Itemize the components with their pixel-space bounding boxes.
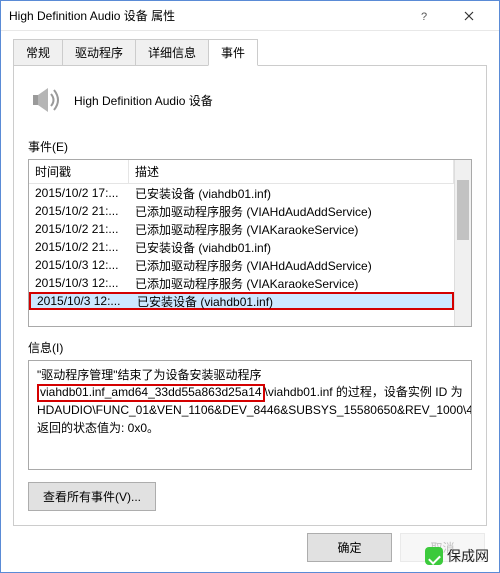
events-list-header: 时间戳 描述: [29, 160, 454, 184]
table-row[interactable]: 2015/10/2 21:...已添加驱动程序服务 (VIAKaraokeSer…: [29, 220, 454, 238]
table-row[interactable]: 2015/10/3 12:...已安装设备 (viahdb01.inf): [29, 292, 454, 310]
tab-body: High Definition Audio 设备 事件(E) 时间戳 描述 20…: [13, 66, 487, 526]
dialog-footer: 确定 取消: [307, 533, 485, 562]
cell-desc: 已添加驱动程序服务 (VIAKaraokeService): [129, 221, 454, 238]
svg-text:?: ?: [421, 11, 427, 21]
help-button[interactable]: ?: [401, 1, 446, 31]
info-box[interactable]: "驱动程序管理"结束了为设备安装驱动程序 viahdb01.inf_amd64_…: [28, 360, 472, 470]
cell-time: 2015/10/2 21:...: [29, 222, 129, 236]
scrollbar-thumb[interactable]: [457, 180, 469, 240]
device-header: High Definition Audio 设备: [28, 78, 472, 130]
cell-time: 2015/10/3 12:...: [31, 294, 131, 308]
window-controls: ?: [401, 1, 491, 31]
cell-desc: 已添加驱动程序服务 (VIAHdAudAddService): [129, 257, 454, 274]
window-title: High Definition Audio 设备 属性: [9, 7, 175, 24]
events-rows: 2015/10/2 17:...已安装设备 (viahdb01.inf)2015…: [29, 184, 454, 310]
cell-desc: 已添加驱动程序服务 (VIAKaraokeService): [129, 275, 454, 292]
tab-driver[interactable]: 驱动程序: [62, 39, 136, 66]
table-row[interactable]: 2015/10/2 21:...已安装设备 (viahdb01.inf): [29, 238, 454, 256]
close-button[interactable]: [446, 1, 491, 31]
speaker-icon: [30, 84, 62, 116]
tab-strip: 常规 驱动程序 详细信息 事件: [13, 39, 487, 66]
cancel-button[interactable]: 取消: [400, 533, 485, 562]
tab-details[interactable]: 详细信息: [135, 39, 209, 66]
cell-time: 2015/10/2 17:...: [29, 186, 129, 200]
cell-time: 2015/10/3 12:...: [29, 276, 129, 290]
tab-general[interactable]: 常规: [13, 39, 63, 66]
cell-desc: 已添加驱动程序服务 (VIAHdAudAddService): [129, 203, 454, 220]
cell-time: 2015/10/2 21:...: [29, 240, 129, 254]
cell-time: 2015/10/3 12:...: [29, 258, 129, 272]
info-highlight: viahdb01.inf_amd64_33dd55a863d25a14: [37, 384, 265, 402]
col-header-time[interactable]: 时间戳: [29, 160, 129, 183]
list-scrollbar[interactable]: [454, 160, 471, 326]
table-row[interactable]: 2015/10/3 12:...已添加驱动程序服务 (VIAKaraokeSer…: [29, 274, 454, 292]
view-all-events-button[interactable]: 查看所有事件(V)...: [28, 482, 156, 511]
cell-time: 2015/10/2 21:...: [29, 204, 129, 218]
cell-desc: 已安装设备 (viahdb01.inf): [131, 293, 452, 310]
table-row[interactable]: 2015/10/2 17:...已安装设备 (viahdb01.inf): [29, 184, 454, 202]
properties-dialog: High Definition Audio 设备 属性 ? 常规 驱动程序 详细…: [0, 0, 500, 573]
events-list[interactable]: 时间戳 描述 2015/10/2 17:...已安装设备 (viahdb01.i…: [28, 159, 472, 327]
device-name: High Definition Audio 设备: [74, 92, 213, 109]
info-pre: "驱动程序管理"结束了为设备安装驱动程序: [37, 368, 262, 382]
info-label: 信息(I): [28, 339, 472, 356]
events-label: 事件(E): [28, 138, 472, 155]
content-area: 常规 驱动程序 详细信息 事件 High Definition Audio 设备…: [1, 31, 499, 538]
cell-desc: 已安装设备 (viahdb01.inf): [129, 185, 454, 202]
cell-desc: 已安装设备 (viahdb01.inf): [129, 239, 454, 256]
tab-events[interactable]: 事件: [208, 39, 258, 66]
events-list-content: 时间戳 描述 2015/10/2 17:...已安装设备 (viahdb01.i…: [29, 160, 454, 326]
table-row[interactable]: 2015/10/3 12:...已添加驱动程序服务 (VIAHdAudAddSe…: [29, 256, 454, 274]
ok-button[interactable]: 确定: [307, 533, 392, 562]
col-header-desc[interactable]: 描述: [129, 160, 454, 183]
table-row[interactable]: 2015/10/2 21:...已添加驱动程序服务 (VIAHdAudAddSe…: [29, 202, 454, 220]
view-all-row: 查看所有事件(V)...: [28, 482, 472, 511]
title-bar: High Definition Audio 设备 属性 ?: [1, 1, 499, 31]
